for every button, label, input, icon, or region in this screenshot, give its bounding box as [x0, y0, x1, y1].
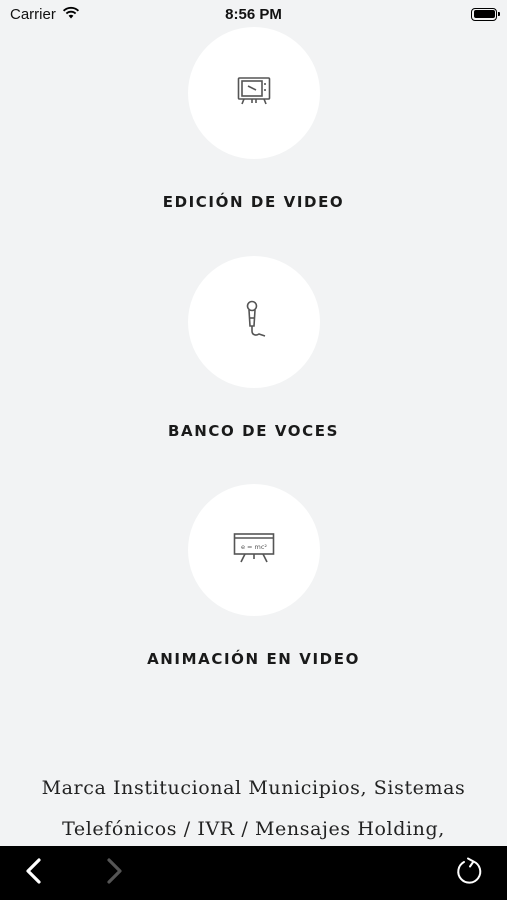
status-left: Carrier: [10, 6, 80, 23]
carrier-label: Carrier: [10, 5, 56, 23]
reload-icon: [455, 857, 483, 890]
service-title[interactable]: BANCO DE VOCES: [168, 422, 339, 440]
whiteboard-icon: e = mc²: [233, 532, 275, 569]
service-icon-circle[interactable]: [187, 256, 320, 388]
status-bar: Carrier 8:56 PM: [0, 0, 507, 28]
tv-icon: [237, 76, 271, 111]
services-description: Marca Institucional Municipios, Sistemas…: [41, 777, 466, 840]
microphone-icon: [239, 300, 269, 345]
browser-toolbar: [0, 846, 507, 900]
service-icon-circle[interactable]: [187, 27, 320, 159]
service-icon-circle[interactable]: e = mc²: [187, 484, 320, 616]
service-video-animation[interactable]: e = mc² ANIMACIÓN EN VIDEO: [0, 484, 507, 668]
whiteboard-formula: e = mc²: [240, 543, 266, 551]
service-title[interactable]: ANIMACIÓN EN VIDEO: [147, 650, 360, 668]
reload-button[interactable]: [453, 857, 485, 889]
forward-button[interactable]: [98, 857, 130, 889]
chevron-right-icon: [105, 857, 123, 889]
battery-icon: [471, 7, 500, 21]
service-voice-bank[interactable]: BANCO DE VOCES: [0, 256, 507, 440]
service-video-editing[interactable]: EDICIÓN DE VIDEO: [0, 27, 507, 211]
chevron-left-icon: [25, 857, 43, 889]
service-title[interactable]: EDICIÓN DE VIDEO: [163, 193, 345, 211]
wifi-icon: [62, 6, 80, 23]
back-button[interactable]: [18, 857, 50, 889]
